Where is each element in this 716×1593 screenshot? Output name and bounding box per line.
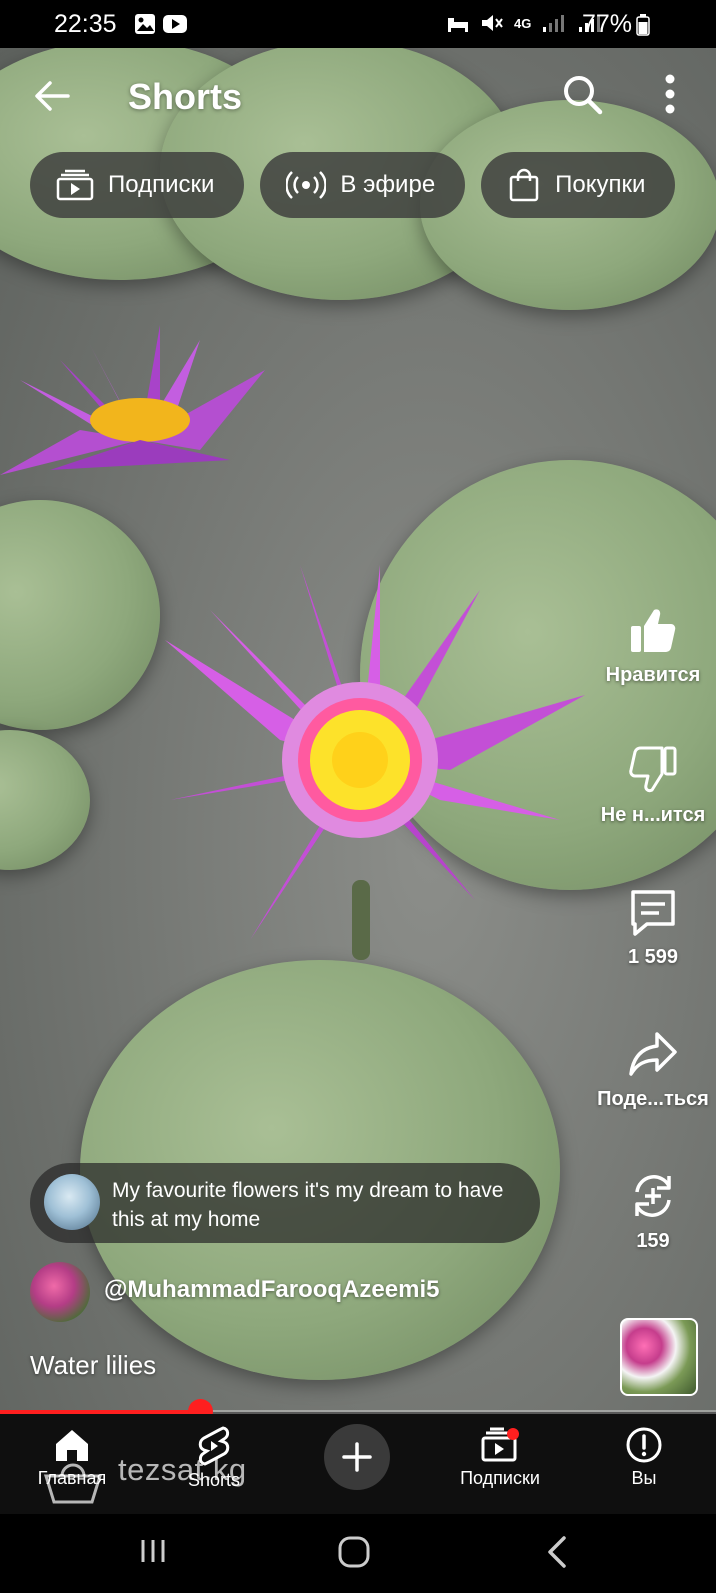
- account-icon: [626, 1427, 662, 1463]
- system-nav-bar: [0, 1514, 716, 1593]
- status-notifications: [134, 13, 188, 35]
- lily-pad: [0, 730, 90, 870]
- filter-chips: Подписки В эфире Покупки: [30, 152, 676, 220]
- remix-icon: [635, 1175, 671, 1217]
- comments-count: 1 599: [627, 946, 679, 968]
- more-options-icon[interactable]: [650, 72, 690, 116]
- comments-button[interactable]: 1 599: [590, 886, 716, 969]
- share-label: Поде...ться: [597, 1088, 709, 1110]
- home-icon: [56, 1430, 88, 1461]
- notification-dot: [507, 1428, 519, 1440]
- page-title: Shorts: [128, 76, 243, 117]
- video-title: Water lilies: [30, 1350, 157, 1380]
- back-nav-icon[interactable]: [542, 1534, 572, 1570]
- watermark-cart-icon: [43, 1463, 103, 1504]
- subscriptions-icon: [56, 169, 94, 201]
- status-bar: 22:35 4G 77%: [0, 0, 716, 48]
- nav-you[interactable]: Вы: [574, 1426, 714, 1489]
- bottom-nav: Главная Shorts Подписки Вы: [0, 1414, 716, 1514]
- remix-count: 159: [636, 1230, 670, 1252]
- dislike-label: Не н...ится: [600, 804, 706, 826]
- signal-icon: [543, 15, 565, 32]
- remix-button[interactable]: 159: [590, 1170, 716, 1253]
- share-icon: [629, 1032, 677, 1076]
- battery-icon: [636, 14, 650, 36]
- chip-subscriptions[interactable]: Подписки: [30, 152, 245, 218]
- like-label: Нравится: [605, 664, 701, 686]
- nav-subscriptions[interactable]: Подписки: [430, 1426, 570, 1489]
- subscriptions-icon: [481, 1427, 519, 1462]
- comment-icon: [631, 890, 675, 936]
- small-water-lily: [0, 325, 265, 475]
- network-type: 4G: [514, 15, 532, 31]
- large-water-lily: [165, 565, 585, 940]
- youtube-icon: [163, 15, 187, 33]
- live-icon: [286, 171, 327, 199]
- chip-label: В эфире: [340, 171, 436, 198]
- comment-preview[interactable]: My favourite flowers it's my dream to ha…: [30, 1163, 540, 1243]
- lily-stem: [352, 880, 370, 960]
- shopping-bag-icon: [509, 168, 539, 202]
- watermark: tezsat.kg: [118, 1452, 247, 1487]
- channel-handle[interactable]: @MuhammadFarooqAzeemi5: [104, 1276, 439, 1304]
- chip-label: Подписки: [108, 171, 215, 198]
- home-button-icon[interactable]: [336, 1534, 372, 1570]
- sound-thumbnail[interactable]: [620, 1318, 698, 1396]
- shorts-screen: 22:35 4G 77% Shorts Подписки В эфире Пок…: [0, 0, 716, 1593]
- battery-percent: 77%: [581, 10, 632, 38]
- nav-label: Вы: [631, 1468, 657, 1488]
- plus-icon: [342, 1442, 372, 1472]
- chip-shopping[interactable]: Покупки: [481, 152, 676, 218]
- mute-icon: [482, 15, 503, 31]
- thumbs-down-icon: [629, 746, 677, 793]
- top-bar: Shorts: [0, 56, 716, 136]
- comment-text: My favourite flowers it's my dream to ha…: [112, 1179, 504, 1231]
- lily-pad: [0, 500, 160, 730]
- nav-label: Подписки: [460, 1468, 540, 1488]
- chip-live[interactable]: В эфире: [260, 152, 466, 218]
- create-button[interactable]: [324, 1424, 390, 1490]
- back-arrow-icon[interactable]: [30, 74, 74, 118]
- channel-avatar[interactable]: [30, 1262, 90, 1322]
- recent-apps-icon[interactable]: [136, 1534, 170, 1568]
- status-time: 22:35: [54, 10, 117, 38]
- gallery-icon: [135, 14, 155, 34]
- alarm-bed-icon: [448, 18, 468, 32]
- avatar: [44, 1174, 100, 1230]
- dislike-button[interactable]: Не н...ится: [590, 744, 716, 827]
- share-button[interactable]: Поде...ться: [590, 1028, 716, 1111]
- thumbs-up-icon: [631, 609, 676, 652]
- status-system-icons: 4G: [446, 12, 603, 34]
- like-button[interactable]: Нравится: [590, 604, 716, 687]
- search-icon[interactable]: [560, 72, 604, 116]
- chip-label: Покупки: [555, 171, 646, 198]
